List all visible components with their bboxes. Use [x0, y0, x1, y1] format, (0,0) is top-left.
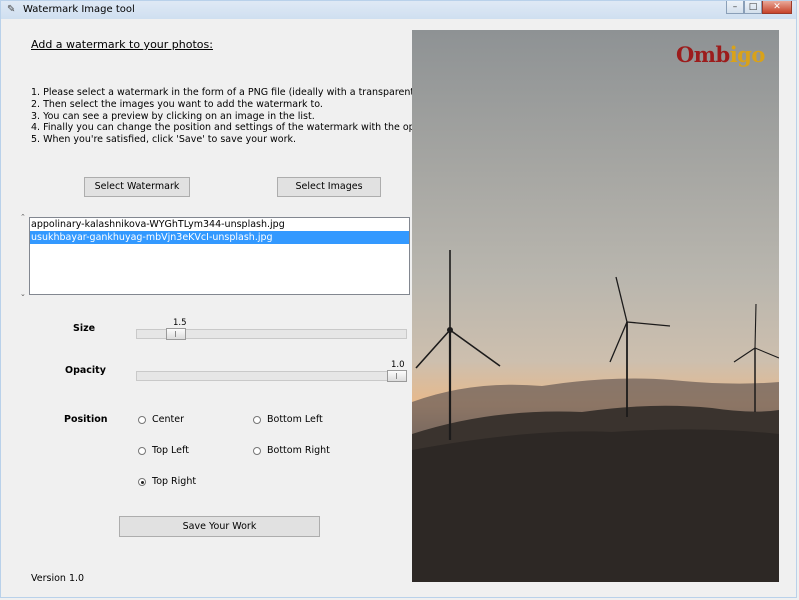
- radio-button[interactable]: [138, 477, 146, 486]
- scroll-up-icon[interactable]: ⌃: [20, 213, 26, 221]
- size-label: Size: [73, 323, 96, 334]
- select-images-button[interactable]: Select Images: [277, 177, 381, 197]
- opacity-value: 1.0: [391, 360, 405, 370]
- position-label: Position: [64, 414, 108, 425]
- image-preview: [412, 30, 779, 582]
- version-label: Version 1.0: [31, 573, 85, 584]
- maximize-button[interactable]: □: [744, 1, 762, 14]
- foreground-hills: [412, 429, 779, 582]
- size-slider-handle[interactable]: [166, 328, 187, 340]
- select-watermark-button[interactable]: Select Watermark: [84, 177, 190, 197]
- radio-button[interactable]: [253, 446, 261, 455]
- page-heading: Add a watermark to your photos:: [31, 38, 213, 51]
- radio-label: Bottom Right: [267, 445, 330, 456]
- window-title: Watermark Image tool: [23, 4, 135, 15]
- close-button[interactable]: ✕: [762, 1, 792, 14]
- opacity-slider-track[interactable]: [136, 371, 407, 381]
- watermark-text-part: igo: [729, 42, 766, 67]
- radio-button[interactable]: [253, 415, 261, 424]
- preview-photo: [412, 30, 779, 582]
- radio-bottom-left[interactable]: Bottom Left: [253, 414, 323, 425]
- watermark-text-part: Omb: [676, 42, 730, 67]
- minimize-button[interactable]: –: [726, 1, 744, 14]
- watermark-logo: Ombigo: [676, 42, 765, 67]
- image-file-list[interactable]: appolinary-kalashnikova-WYGhTLym344-unsp…: [29, 217, 410, 295]
- opacity-slider-handle[interactable]: [387, 370, 407, 382]
- radio-label: Center: [152, 414, 184, 425]
- radio-top-left[interactable]: Top Left: [138, 445, 189, 456]
- radio-label: Top Right: [152, 476, 197, 487]
- scroll-down-icon[interactable]: ⌄: [20, 290, 26, 298]
- radio-label: Bottom Left: [267, 414, 323, 425]
- feather-icon: ✎: [7, 4, 16, 15]
- radio-label: Top Left: [152, 445, 189, 456]
- radio-top-right[interactable]: Top Right: [138, 476, 196, 487]
- radio-button[interactable]: [138, 446, 146, 455]
- size-value: 1.5: [173, 318, 187, 328]
- opacity-label: Opacity: [65, 365, 106, 376]
- turbine-hub: [447, 327, 453, 333]
- radio-button[interactable]: [138, 415, 146, 424]
- title-bar[interactable]: ✎ Watermark Image tool – □ ✕: [1, 1, 796, 19]
- list-item-selected[interactable]: usukhbayar-gankhuyag-mbVjn3eKVcI-unsplas…: [30, 231, 409, 244]
- window-controls: – □ ✕: [726, 1, 792, 15]
- save-button[interactable]: Save Your Work: [119, 516, 320, 537]
- radio-bottom-right[interactable]: Bottom Right: [253, 445, 330, 456]
- radio-center[interactable]: Center: [138, 414, 184, 425]
- list-item[interactable]: appolinary-kalashnikova-WYGhTLym344-unsp…: [30, 218, 409, 231]
